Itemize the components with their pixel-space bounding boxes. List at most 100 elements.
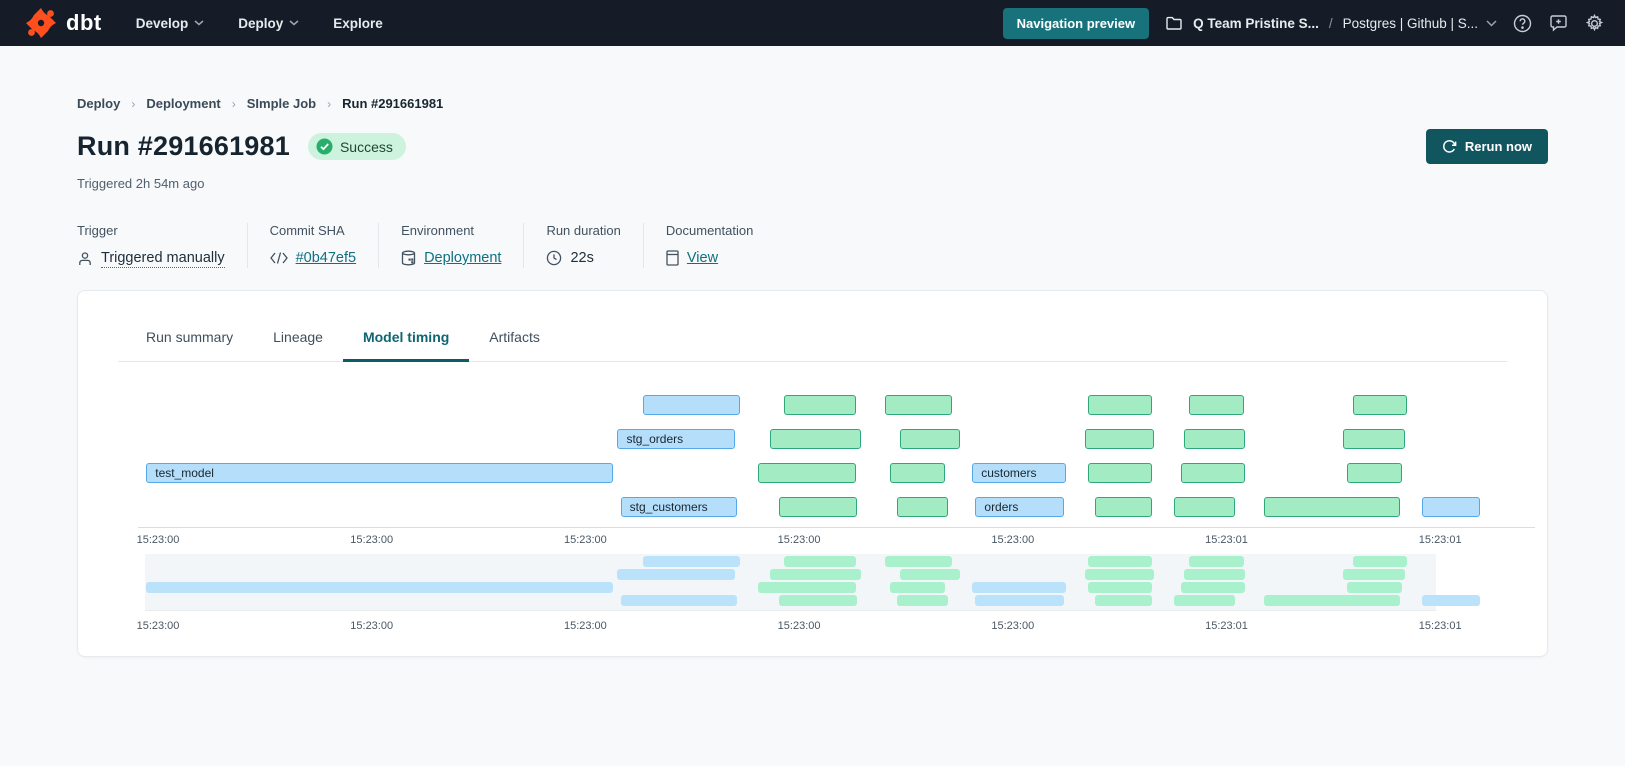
meta-environment: Environment Deployment xyxy=(379,223,524,268)
time-axis-label: 15:23:00 xyxy=(991,534,1034,546)
rerun-icon xyxy=(1442,139,1457,154)
breadcrumb-item[interactable]: SImple Job xyxy=(247,96,316,111)
overview-bar xyxy=(900,569,961,580)
breadcrumb-item[interactable]: Deployment xyxy=(146,96,220,111)
meta-value[interactable]: Deployment xyxy=(424,250,501,266)
environment-selector[interactable]: Postgres | Github | S... xyxy=(1343,16,1478,31)
time-axis-label: 15:23:01 xyxy=(1205,620,1248,632)
model-bar-stg_orders[interactable]: stg_orders xyxy=(617,429,735,449)
person-icon xyxy=(77,251,93,267)
model-bar[interactable] xyxy=(784,395,856,415)
overview-bar xyxy=(1189,556,1243,567)
model-bar-label: test_model xyxy=(147,466,214,480)
document-icon xyxy=(666,250,679,266)
overview-bar xyxy=(1181,582,1245,593)
model-bar-orders[interactable]: orders xyxy=(975,497,1064,517)
model-bar[interactable] xyxy=(1095,497,1152,517)
model-bar[interactable] xyxy=(1085,429,1153,449)
time-axis-label: 15:23:00 xyxy=(350,620,393,632)
overview-bar xyxy=(1422,595,1480,606)
model-bar[interactable] xyxy=(1088,395,1152,415)
rerun-now-button[interactable]: Rerun now xyxy=(1426,129,1548,164)
tab-artifacts[interactable]: Artifacts xyxy=(469,315,560,361)
model-bar[interactable] xyxy=(1422,497,1480,517)
overview-bar xyxy=(1088,582,1152,593)
navigation-preview-button[interactable]: Navigation preview xyxy=(1003,8,1149,39)
nav-item-develop[interactable]: Develop xyxy=(136,16,205,31)
feedback-icon[interactable] xyxy=(1547,12,1569,34)
time-axis-label: 15:23:00 xyxy=(350,534,393,546)
model-bar[interactable] xyxy=(1181,463,1245,483)
model-bar[interactable] xyxy=(770,429,861,449)
chevron-down-icon[interactable] xyxy=(1486,20,1497,27)
help-icon[interactable] xyxy=(1511,12,1533,34)
tab-run-summary[interactable]: Run summary xyxy=(126,315,253,361)
overview-bar xyxy=(975,595,1064,606)
overview-bar xyxy=(146,582,613,593)
settings-gear-icon[interactable] xyxy=(1583,12,1605,34)
overview-bar xyxy=(890,582,946,593)
project-selector[interactable]: Q Team Pristine S... xyxy=(1193,16,1319,31)
overview-bar xyxy=(643,556,740,567)
meta-label: Trigger xyxy=(77,223,225,238)
overview-bar xyxy=(885,556,952,567)
meta-value[interactable]: #0b47ef5 xyxy=(296,250,356,266)
model-bar[interactable] xyxy=(897,497,947,517)
time-axis-label: 15:23:00 xyxy=(564,534,607,546)
chevron-down-icon xyxy=(194,20,204,26)
model-bar[interactable] xyxy=(1347,463,1401,483)
model-bar[interactable] xyxy=(1174,497,1235,517)
gantt-overview-chart[interactable]: 15:23:0015:23:0015:23:0015:23:0015:23:00… xyxy=(138,554,1507,638)
meta-label: Environment xyxy=(401,223,501,238)
nav-item-deploy[interactable]: Deploy xyxy=(238,16,299,31)
nav-item-label: Develop xyxy=(136,16,189,31)
meta-documentation: DocumentationView xyxy=(644,223,775,268)
time-axis-label: 15:23:00 xyxy=(137,620,180,632)
dbt-logo[interactable]: dbt xyxy=(24,6,102,40)
gantt-chart: stg_orders test_model customers stg_custome… xyxy=(138,375,1507,550)
model-bar[interactable] xyxy=(779,497,857,517)
model-bar[interactable] xyxy=(1353,395,1407,415)
model-bar-test_model[interactable]: test_model xyxy=(146,463,613,483)
model-bar[interactable] xyxy=(885,395,952,415)
nav-item-label: Explore xyxy=(333,16,383,31)
model-bar-stg_customers[interactable]: stg_customers xyxy=(621,497,737,517)
time-axis-label: 15:23:01 xyxy=(1205,534,1248,546)
breadcrumb-item[interactable]: Deploy xyxy=(77,96,120,111)
breadcrumb: Deploy›Deployment›SImple Job›Run #291661… xyxy=(77,96,1548,111)
meta-value[interactable]: View xyxy=(687,250,718,266)
overview-bar xyxy=(897,595,947,606)
model-bar[interactable] xyxy=(1189,395,1243,415)
nav-item-explore[interactable]: Explore xyxy=(333,16,383,31)
meta-commit-sha: Commit SHA #0b47ef5 xyxy=(248,223,379,268)
path-separator: / xyxy=(1329,16,1333,31)
overview-bar xyxy=(779,595,857,606)
tab-lineage[interactable]: Lineage xyxy=(253,315,343,361)
model-bar[interactable] xyxy=(1264,497,1400,517)
model-bar[interactable] xyxy=(890,463,946,483)
model-bar-label: customers xyxy=(973,466,1036,480)
model-bar[interactable] xyxy=(643,395,740,415)
code-icon xyxy=(270,252,288,264)
model-bar-label: stg_orders xyxy=(618,432,683,446)
status-badge-label: Success xyxy=(340,139,393,155)
meta-label: Commit SHA xyxy=(270,223,356,238)
run-meta-row: Trigger Triggered manually Commit SHA #0b47… xyxy=(77,223,1548,268)
tab-model-timing[interactable]: Model timing xyxy=(343,315,469,361)
model-bar-customers[interactable]: customers xyxy=(972,463,1066,483)
page-title: Run #291661981 xyxy=(77,131,290,162)
model-bar[interactable] xyxy=(900,429,961,449)
model-bar[interactable] xyxy=(1343,429,1405,449)
model-bar[interactable] xyxy=(1088,463,1152,483)
model-bar[interactable] xyxy=(758,463,855,483)
time-axis-label: 15:23:00 xyxy=(564,620,607,632)
model-bar-label: orders xyxy=(976,500,1018,514)
success-check-icon xyxy=(316,138,333,155)
time-axis-label: 15:23:01 xyxy=(1419,534,1462,546)
meta-value: Triggered manually xyxy=(101,250,225,268)
overview-bar xyxy=(770,569,861,580)
clock-icon xyxy=(546,250,562,266)
overview-bar xyxy=(1174,595,1235,606)
folder-icon xyxy=(1163,12,1185,34)
model-bar[interactable] xyxy=(1184,429,1245,449)
